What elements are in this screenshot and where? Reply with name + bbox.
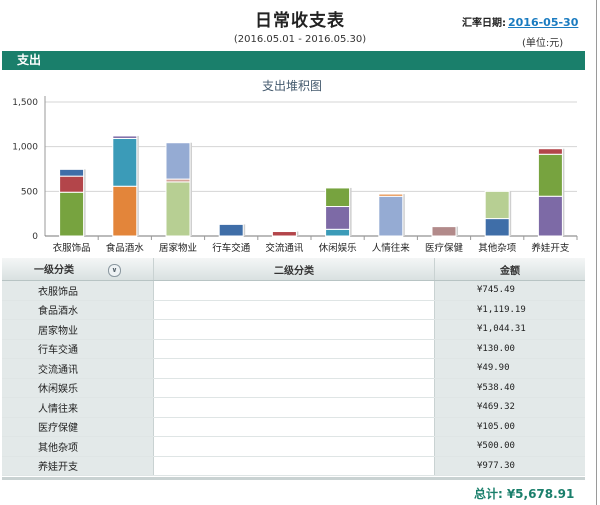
y-tick-label: 1,000 (12, 143, 38, 153)
table-row[interactable]: 人情往来 ¥469.32 (2, 397, 585, 418)
category-cell: 食品酒水 (2, 300, 154, 320)
bar-segment (378, 195, 404, 237)
expense-stacked-chart: 支出堆积图 0 500 1,000 1,500 衣服饰品 食品酒水 居家物业 行车交通 交流通讯 休… (12, 79, 578, 254)
table-footer-bar (2, 477, 585, 480)
total-summary: 总计: ¥5,678.91 (474, 485, 574, 502)
category-cell: 休闲娱乐 (2, 378, 154, 398)
table-row[interactable]: 休闲娱乐 ¥538.40 (2, 378, 585, 398)
bar-segment (325, 187, 351, 208)
subcategory-cell (153, 300, 435, 320)
subcategory-cell (153, 319, 435, 340)
amount-cell: ¥49.90 (434, 358, 585, 379)
bar-segment (378, 193, 404, 197)
column-header-amount: 金额 (434, 258, 585, 281)
table-row[interactable]: 行车交通 ¥130.00 (2, 339, 585, 359)
category-cell: 衣服饰品 (2, 280, 154, 301)
amount-cell: ¥469.32 (434, 397, 585, 418)
bar-segment (165, 142, 191, 180)
y-tick-label: 1,500 (12, 98, 38, 108)
x-tick-label: 其他杂项 (478, 242, 517, 254)
subcategory-cell (153, 339, 435, 359)
x-tick-label: 食品酒水 (106, 242, 145, 254)
subcategory-cell (153, 397, 435, 418)
exchange-rate-date-link[interactable]: 2016-05-30 (508, 16, 578, 29)
sort-chevron-icon[interactable]: ∨ (108, 263, 121, 277)
amount-cell: ¥1,119.19 (434, 300, 585, 320)
bar-segment (112, 135, 138, 139)
category-cell: 养娃开支 (2, 456, 154, 476)
subcategory-cell (153, 280, 435, 301)
expense-table: 一级分类 ∨ 二级分类 金额 衣服饰品 ¥745.49 食品酒水 ¥1,119.19 居家… (2, 258, 585, 476)
bar-segment (165, 181, 191, 237)
bar-segment (537, 148, 563, 155)
category-cell: 居家物业 (2, 319, 154, 340)
date-range: (2016.05.01 - 2016.05.30) (233, 34, 367, 45)
category-cell: 医疗保健 (2, 417, 154, 437)
unit-label: (单位:元) (522, 38, 564, 49)
table-row[interactable]: 养娃开支 ¥977.30 (2, 456, 585, 476)
category-cell: 交流通讯 (2, 358, 154, 379)
column-header-level1[interactable]: 一级分类 ∨ (2, 258, 154, 281)
x-tick-label: 养娃开支 (531, 242, 570, 254)
expense-section-header: 支出 (2, 51, 585, 70)
amount-cell: ¥977.30 (434, 456, 585, 476)
amount-cell: ¥130.00 (434, 339, 585, 359)
y-tick-label: 500 (21, 187, 38, 197)
bar-segment (271, 231, 297, 237)
x-tick-label: 休闲娱乐 (319, 242, 358, 254)
right-divider (596, 0, 597, 505)
amount-cell: ¥500.00 (434, 436, 585, 457)
bar-segment (537, 153, 563, 197)
table-row[interactable]: 居家物业 ¥1,044.31 (2, 319, 585, 340)
bar-segment (112, 137, 138, 187)
bar-segment (59, 168, 85, 177)
subcategory-cell (153, 417, 435, 437)
total-value: ¥5,678.91 (506, 487, 575, 501)
amount-cell: ¥745.49 (434, 280, 585, 301)
x-tick-label: 医疗保健 (425, 242, 464, 254)
bar-segment (325, 228, 351, 237)
column-header-level1-label: 一级分类 (34, 265, 74, 277)
amount-cell: ¥105.00 (434, 417, 585, 437)
x-tick-label: 衣服饰品 (53, 242, 91, 254)
category-cell: 人情往来 (2, 397, 154, 418)
x-tick-label: 行车交通 (212, 242, 251, 254)
exchange-rate-date: 汇率日期: 2016-05-30 (462, 14, 578, 29)
y-tick-label: 0 (32, 232, 38, 242)
category-cell: 其他杂项 (2, 436, 154, 457)
bar-segment (59, 191, 85, 237)
exchange-rate-label: 汇率日期: (462, 18, 506, 29)
amount-cell: ¥538.40 (434, 378, 585, 398)
bar-segment (431, 226, 457, 237)
column-header-level2: 二级分类 (153, 258, 435, 281)
table-row[interactable]: 其他杂项 ¥500.00 (2, 436, 585, 457)
table-row[interactable]: 衣服饰品 ¥745.49 (2, 280, 585, 301)
subcategory-cell (153, 358, 435, 379)
subcategory-cell (153, 456, 435, 476)
subcategory-cell (153, 378, 435, 398)
x-tick-label: 居家物业 (159, 242, 197, 254)
subcategory-cell (153, 436, 435, 457)
bar-segment (59, 175, 85, 193)
table-row[interactable]: 医疗保健 ¥105.00 (2, 417, 585, 437)
x-tick-label: 交流通讯 (265, 242, 304, 254)
bar-segment (325, 206, 351, 230)
table-row[interactable]: 交流通讯 ¥49.90 (2, 358, 585, 379)
bar-segment (218, 223, 244, 237)
chart-title: 支出堆积图 (262, 79, 322, 93)
bar-segment (537, 195, 563, 237)
bar-segment (112, 185, 138, 237)
table-header-row: 一级分类 ∨ 二级分类 金额 (2, 258, 585, 281)
total-label: 总计: (474, 487, 503, 501)
bar-segment (484, 190, 510, 220)
bar-segment (484, 218, 510, 237)
category-cell: 行车交通 (2, 339, 154, 359)
x-tick-label: 人情往来 (372, 242, 411, 254)
amount-cell: ¥1,044.31 (434, 319, 585, 340)
table-row[interactable]: 食品酒水 ¥1,119.19 (2, 300, 585, 320)
